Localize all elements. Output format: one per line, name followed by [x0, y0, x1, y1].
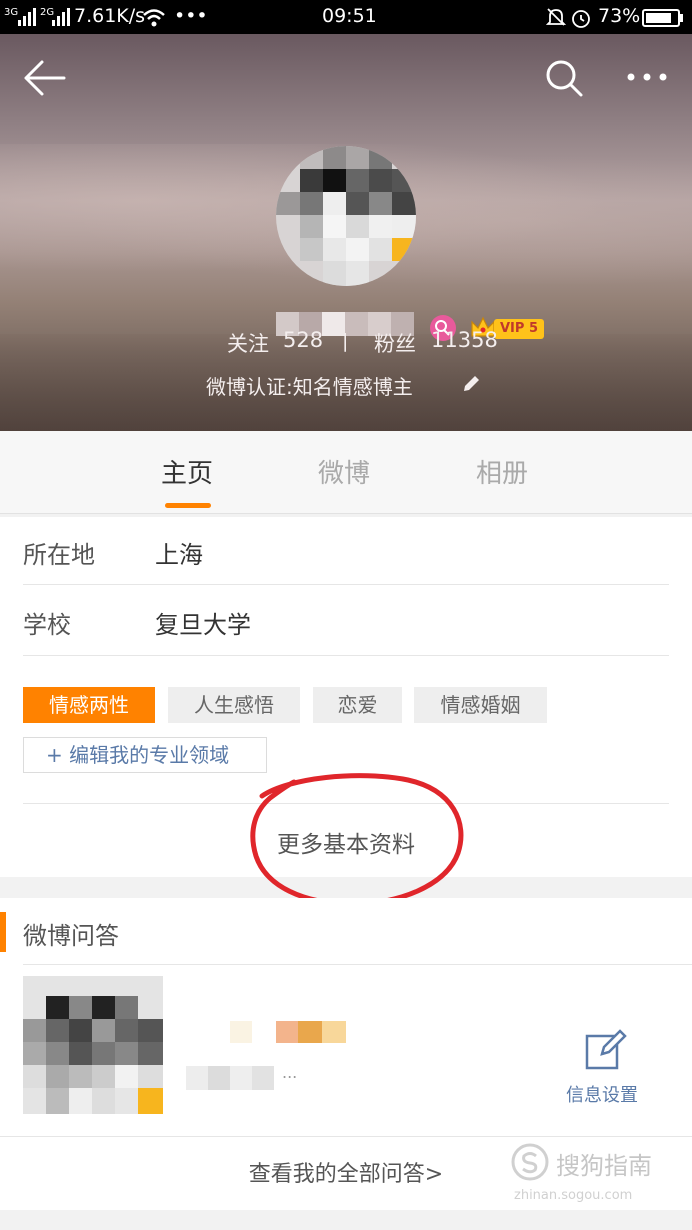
info-settings-label[interactable]: 信息设置	[566, 1081, 638, 1107]
avatar[interactable]	[276, 146, 416, 286]
fans-count[interactable]: 11358	[431, 328, 498, 352]
watermark-brand: 搜狗指南	[556, 1152, 652, 1180]
tag-life-insight[interactable]: 人生感悟	[168, 687, 300, 723]
edit-pencil-icon[interactable]	[460, 373, 482, 395]
location-label: 所在地	[23, 541, 95, 569]
divider	[23, 655, 669, 656]
verification-text: 微博认证:知名情感博主	[206, 375, 413, 399]
alarm-icon	[572, 10, 590, 28]
qa-avatar-pixelated	[23, 976, 163, 1114]
back-arrow-icon[interactable]	[22, 58, 68, 98]
signal-icon	[18, 8, 36, 26]
school-label: 学校	[23, 611, 71, 639]
edit-expertise-button[interactable]: + 编辑我的专业领域	[23, 737, 267, 773]
tab-album[interactable]: 相册	[476, 453, 528, 490]
status-bar: 3G 2G 7.61K/s ••• 09:51 73%	[0, 0, 692, 34]
tab-home[interactable]: 主页	[161, 453, 213, 490]
school-value: 复旦大学	[155, 611, 251, 639]
more-dots-icon: •••	[174, 5, 208, 27]
signal-icon-2	[52, 8, 70, 26]
section-accent-bar	[0, 912, 6, 952]
vip-level-badge: VIP 5	[494, 319, 544, 339]
signal-3g-label: 3G	[4, 7, 19, 18]
battery-icon	[642, 9, 683, 27]
watermark-domain: zhinan.sogou.com	[514, 1188, 633, 1203]
profile-header: VIP 5 关注 528 | 粉丝 11358 微博认证:知名情感博主	[0, 34, 692, 431]
divider	[0, 1136, 692, 1137]
qa-section-title: 微博问答	[23, 922, 119, 950]
tab-active-indicator	[165, 503, 211, 508]
tab-weibo[interactable]: 微博	[318, 453, 370, 490]
following-count[interactable]: 528	[283, 328, 323, 352]
search-icon[interactable]	[544, 58, 584, 98]
sogou-logo-icon	[511, 1143, 549, 1181]
network-speed: 7.61K/s	[74, 5, 146, 27]
divider	[23, 584, 669, 585]
mute-bell-icon	[546, 8, 566, 26]
highlight-circle-annotation	[250, 773, 464, 907]
edit-settings-icon[interactable]	[584, 1028, 628, 1072]
clock-time: 09:51	[322, 5, 377, 27]
stat-separator: |	[342, 330, 349, 352]
divider	[23, 964, 692, 965]
profile-tabs: 主页 微博 相册	[0, 431, 692, 514]
edit-expertise-label: + 编辑我的专业领域	[46, 743, 230, 767]
qa-snippet-text: ...	[282, 1063, 298, 1082]
fans-label[interactable]: 粉丝	[374, 328, 416, 358]
location-value: 上海	[155, 541, 203, 569]
following-label[interactable]: 关注	[227, 328, 269, 358]
sogou-watermark: 搜狗指南 zhinan.sogou.com	[510, 1140, 690, 1210]
tag-love[interactable]: 恋爱	[313, 687, 402, 723]
tag-emotion-gender[interactable]: 情感两性	[23, 687, 155, 723]
more-options-icon[interactable]	[626, 70, 670, 84]
wifi-icon	[143, 9, 165, 27]
tag-marriage[interactable]: 情感婚姻	[414, 687, 547, 723]
battery-percent: 73%	[598, 5, 641, 27]
